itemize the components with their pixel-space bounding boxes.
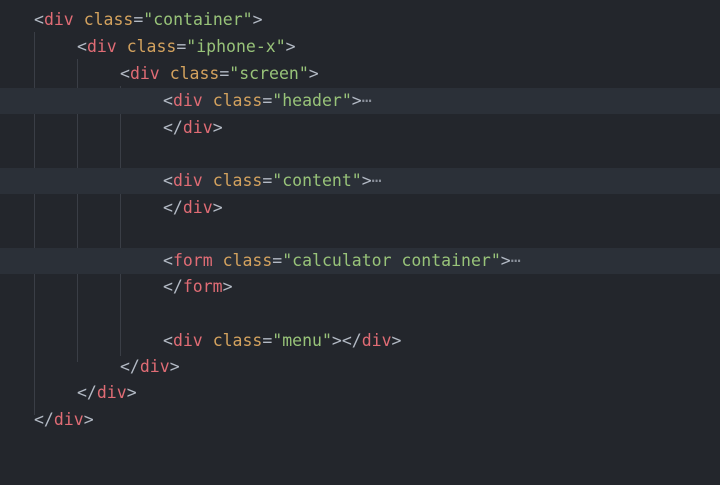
code-line[interactable]: <div class="iphone-x">: [0, 34, 720, 60]
attribute-name: class: [212, 171, 263, 190]
attribute-value: "calculator container": [282, 251, 501, 270]
attribute-name: class: [83, 10, 134, 29]
code-line-highlighted[interactable]: <div class="content">⋯: [0, 168, 720, 194]
tag-name: form: [172, 251, 213, 270]
tag-name: form: [182, 277, 223, 296]
tag-name: div: [139, 357, 170, 376]
code-line[interactable]: <div class="container">: [0, 7, 720, 33]
code-line-highlighted[interactable]: <div class="header">⋯: [0, 88, 720, 114]
code-line[interactable]: </div>: [0, 195, 720, 221]
attribute-value: "header": [272, 91, 352, 110]
code-line[interactable]: <div class="screen">: [0, 61, 720, 87]
code-line[interactable]: </div>: [0, 354, 720, 380]
fold-ellipsis-icon[interactable]: ⋯: [511, 251, 521, 270]
code-line[interactable]: </div>: [0, 380, 720, 406]
attribute-name: class: [212, 331, 263, 350]
tag-name: div: [96, 383, 127, 402]
tag-name: div: [182, 198, 213, 217]
code-line[interactable]: </div>: [0, 115, 720, 141]
attribute-name: class: [212, 91, 263, 110]
tag-name: div: [53, 410, 84, 429]
code-editor[interactable]: <div class="container"> <div class="ipho…: [0, 0, 720, 449]
attribute-name: class: [126, 37, 177, 56]
tag-name: div: [172, 91, 203, 110]
tag-name: div: [361, 331, 392, 350]
attribute-value: "content": [272, 171, 362, 190]
tag-name: div: [43, 10, 74, 29]
tag-name: div: [172, 331, 203, 350]
code-line[interactable]: <div class="menu"></div>: [0, 328, 720, 354]
attribute-value: "screen": [229, 64, 309, 83]
attribute-name: class: [169, 64, 220, 83]
code-line[interactable]: </form>: [0, 274, 720, 300]
bracket: <: [34, 10, 44, 29]
tag-name: div: [172, 171, 203, 190]
code-line-highlighted[interactable]: <form class="calculator container">⋯: [0, 248, 720, 274]
attribute-value: "menu": [272, 331, 332, 350]
attribute-name: class: [222, 251, 273, 270]
tag-name: div: [182, 118, 213, 137]
fold-ellipsis-icon[interactable]: ⋯: [362, 91, 372, 110]
code-line[interactable]: </div>: [0, 407, 720, 433]
tag-name: div: [86, 37, 117, 56]
fold-ellipsis-icon[interactable]: ⋯: [372, 171, 382, 190]
attribute-value: "container": [143, 10, 253, 29]
tag-name: div: [129, 64, 160, 83]
attribute-value: "iphone-x": [186, 37, 286, 56]
